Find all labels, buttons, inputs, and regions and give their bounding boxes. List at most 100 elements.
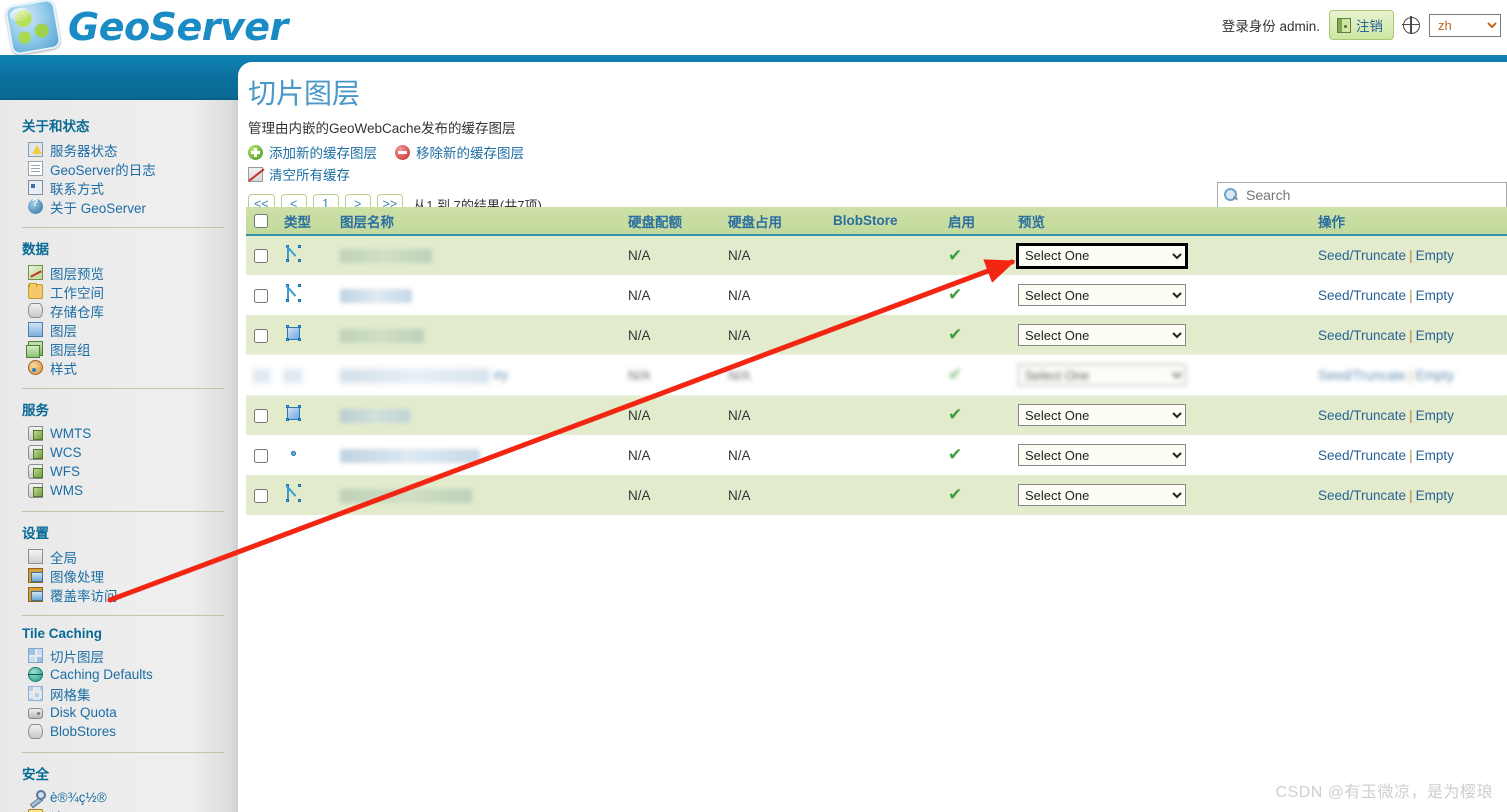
- redacted-layer-name: [340, 408, 410, 423]
- row-select-checkbox[interactable]: [254, 488, 268, 503]
- seed-truncate-link[interactable]: Seed/Truncate: [1318, 488, 1406, 503]
- sidebar-item-wfs[interactable]: WFS: [0, 462, 238, 481]
- sidebar-item-label: GeoServer的日志: [50, 162, 156, 178]
- empty-link[interactable]: Empty: [1416, 448, 1454, 463]
- sidebar-item-label: 切片图层: [50, 649, 104, 665]
- row-layer-name-cell[interactable]: [332, 275, 620, 315]
- column-header-type[interactable]: 类型: [276, 207, 332, 236]
- row-layer-name-cell[interactable]: ey: [332, 355, 620, 395]
- operations-separator: |: [1409, 407, 1413, 423]
- sidebar-item-coverage-access[interactable]: 覆盖率访问: [0, 585, 238, 604]
- redacted-layer-name: [340, 448, 480, 463]
- sidebar-item-layers[interactable]: 图层: [0, 320, 238, 339]
- login-status: 登录身份 admin.: [1221, 19, 1320, 34]
- enabled-check-icon: ✔: [948, 485, 963, 504]
- sidebar-item-layer-preview[interactable]: 图层预览: [0, 263, 238, 282]
- add-cached-layer-button[interactable]: 添加新的缓存图层: [248, 142, 377, 162]
- row-layer-name-cell[interactable]: [332, 235, 620, 275]
- row-layer-name-cell[interactable]: [332, 315, 620, 355]
- preview-grid-select[interactable]: Select OneEPSG:4326 / pngEPSG:900913 / p…: [1018, 364, 1186, 386]
- row-select-checkbox[interactable]: [254, 328, 268, 343]
- column-header-quota[interactable]: 硬盘配额: [620, 207, 720, 236]
- command-row-2: 清空所有缓存: [238, 162, 1507, 184]
- sidebar-item-label: 图层组: [50, 342, 91, 358]
- empty-link[interactable]: Empty: [1416, 288, 1454, 303]
- preview-grid-select[interactable]: Select OneEPSG:4326 / pngEPSG:900913 / p…: [1018, 324, 1186, 346]
- empty-link[interactable]: Empty: [1416, 408, 1454, 423]
- sidebar-item-disk-quota[interactable]: Disk Quota: [0, 703, 238, 722]
- row-layer-name-cell[interactable]: [332, 475, 620, 515]
- row-select-checkbox[interactable]: [254, 288, 268, 303]
- row-quota-cell: N/A: [620, 435, 720, 475]
- sidebar-item-layer-groups[interactable]: 图层组: [0, 339, 238, 358]
- sidebar-item-geoserver-logs[interactable]: GeoServer的日志: [0, 159, 238, 178]
- sidebar-item-image-processing[interactable]: 图像处理: [0, 566, 238, 585]
- empty-link[interactable]: Empty: [1416, 488, 1454, 503]
- column-header-used[interactable]: 硬盘占用: [720, 207, 825, 236]
- sidebar-item-label: 存储仓库: [50, 304, 104, 320]
- preview-grid-select[interactable]: Select OneEPSG:4326 / pngEPSG:900913 / p…: [1018, 284, 1186, 306]
- search-box[interactable]: [1217, 182, 1507, 208]
- sidebar-item-authentication[interactable]: 认证: [0, 807, 238, 812]
- column-header-name[interactable]: 图层名称: [332, 207, 620, 236]
- divider: [22, 615, 224, 616]
- preview-grid-select[interactable]: Select OneEPSG:4326 / pngEPSG:900913 / p…: [1018, 404, 1186, 426]
- seed-truncate-link[interactable]: Seed/Truncate: [1318, 448, 1406, 463]
- sidebar-item-wcs[interactable]: WCS: [0, 443, 238, 462]
- row-select-checkbox[interactable]: [254, 448, 268, 463]
- seed-truncate-link[interactable]: Seed/Truncate: [1318, 248, 1406, 263]
- globe-icon: [1402, 15, 1420, 34]
- door-icon: [1337, 17, 1351, 33]
- sidebar-item-tile-layers[interactable]: 切片图层: [0, 646, 238, 665]
- row-enabled-cell: ✔: [940, 355, 1010, 395]
- seed-truncate-link[interactable]: Seed/Truncate: [1318, 328, 1406, 343]
- row-layer-name-cell[interactable]: [332, 435, 620, 475]
- empty-link[interactable]: Empty: [1416, 328, 1454, 343]
- empty-link[interactable]: Empty: [1416, 368, 1454, 383]
- sidebar-item-caching-defaults[interactable]: Caching Defaults: [0, 665, 238, 684]
- clear-all-caches-button[interactable]: 清空所有缓存: [248, 164, 350, 184]
- row-select-checkbox[interactable]: [254, 408, 268, 423]
- column-header-blobstore[interactable]: BlobStore: [825, 207, 940, 236]
- brand[interactable]: GeoServer: [4, 0, 288, 56]
- row-preview-cell: Select OneEPSG:4326 / pngEPSG:900913 / p…: [1010, 475, 1310, 515]
- sidebar-item-styles[interactable]: 样式: [0, 358, 238, 377]
- seed-truncate-link[interactable]: Seed/Truncate: [1318, 408, 1406, 423]
- row-quota-cell: N/A: [620, 355, 720, 395]
- sidebar-item-wms[interactable]: WMS: [0, 481, 238, 500]
- row-layer-name-cell[interactable]: [332, 395, 620, 435]
- language-select[interactable]: zh: [1429, 13, 1501, 37]
- seed-truncate-link[interactable]: Seed/Truncate: [1318, 368, 1406, 383]
- sidebar-item-workspaces[interactable]: 工作空间: [0, 282, 238, 301]
- seed-truncate-link[interactable]: Seed/Truncate: [1318, 288, 1406, 303]
- sidebar-item-security-settings[interactable]: è®¾ç½®: [0, 788, 238, 807]
- sidebar-item-about-geoserver[interactable]: 关于 GeoServer: [0, 197, 238, 216]
- search-input[interactable]: [1244, 186, 1499, 204]
- empty-link[interactable]: Empty: [1416, 248, 1454, 263]
- select-all-checkbox[interactable]: [254, 214, 268, 229]
- contact-card-icon: [28, 180, 43, 195]
- sidebar-item-label: 覆盖率访问: [50, 588, 118, 604]
- sidebar-group-about: 关于和状态 服务器状态 GeoServer的日志 联系方式 关于 GeoServ…: [0, 109, 238, 220]
- row-select-checkbox[interactable]: [254, 249, 268, 264]
- layer-name-suffix: ey: [494, 367, 509, 383]
- preview-grid-select[interactable]: Select OneEPSG:4326 / pngEPSG:900913 / p…: [1018, 484, 1186, 506]
- remove-cached-layer-button[interactable]: 移除新的缓存图层: [395, 142, 524, 162]
- sidebar-item-server-status[interactable]: 服务器状态: [0, 140, 238, 159]
- database-icon: [28, 303, 43, 318]
- preview-grid-select[interactable]: Select OneEPSG:4326 / pngEPSG:900913 / p…: [1016, 242, 1188, 269]
- sidebar-item-global[interactable]: 全局: [0, 547, 238, 566]
- sidebar-item-gridsets[interactable]: 网格集: [0, 684, 238, 703]
- sidebar-item-stores[interactable]: 存储仓库: [0, 301, 238, 320]
- sidebar-item-label: Caching Defaults: [50, 667, 153, 682]
- palette-icon: [28, 360, 43, 375]
- sidebar-item-blobstores[interactable]: BlobStores: [0, 722, 238, 741]
- logout-button[interactable]: 注销: [1329, 10, 1394, 40]
- column-header-enabled[interactable]: 启用: [940, 207, 1010, 236]
- global-settings-icon: [28, 549, 43, 564]
- sidebar-item-label: WFS: [50, 464, 80, 479]
- sidebar-item-contact[interactable]: 联系方式: [0, 178, 238, 197]
- row-enabled-cell: ✔: [940, 235, 1010, 275]
- preview-grid-select[interactable]: Select OneEPSG:4326 / pngEPSG:900913 / p…: [1018, 444, 1186, 466]
- sidebar-item-wmts[interactable]: WMTS: [0, 424, 238, 443]
